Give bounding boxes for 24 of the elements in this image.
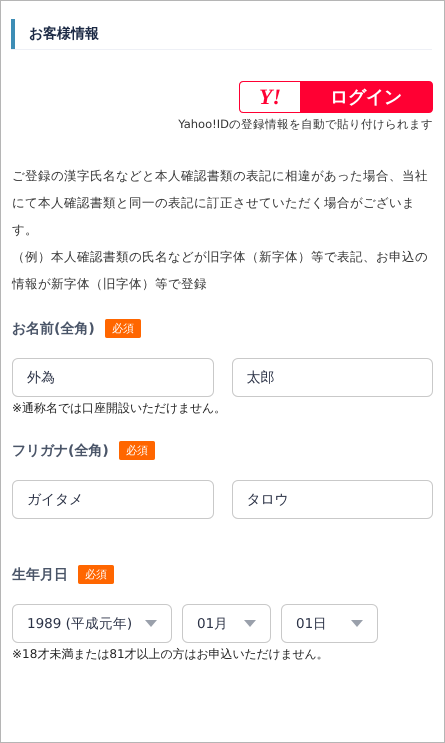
caret-icon	[145, 620, 157, 627]
text-input[interactable]: ガイタメ	[12, 480, 214, 519]
required-badge: 必須	[104, 319, 141, 338]
text-input[interactable]: 外為	[12, 358, 214, 397]
required-badge: 必須	[118, 441, 155, 460]
caret-icon	[351, 620, 363, 627]
caret-icon	[244, 620, 256, 627]
select-dropdown[interactable]: 01月	[182, 604, 271, 643]
text-input[interactable]: タロウ	[232, 480, 433, 519]
required-badge: 必須	[78, 565, 114, 584]
notice-text: （例）本人確認書類の氏名などが旧字体（新字体）等で表記、お申込の情報が新字体（旧字体）等で登録	[12, 248, 429, 293]
yahoo-login-button[interactable]: Y! ログイン	[239, 81, 433, 113]
select-dropdown[interactable]: 01日	[281, 604, 378, 643]
section-title: お客様情報	[29, 25, 99, 43]
select-dropdown[interactable]: 1989 (平成元年)	[12, 604, 172, 643]
notice-text: ご登録の漢字氏名などと本人確認書類の表記に相違があった場合、当社にて本人確認書類と同一の表記に訂正させていただく場合がございます。	[12, 167, 429, 239]
section-accent-bar	[11, 19, 15, 49]
field-label: フリガナ(全角)	[12, 442, 109, 460]
field-note: ※通称名では口座開設いただけません。	[12, 400, 228, 417]
field-note: ※18才未満または81才以上の方はお申込いただけません。	[12, 646, 330, 663]
field-label: お名前(全角)	[12, 320, 95, 338]
login-note: Yahoo!IDの登録情報を自動で貼り付けられます	[178, 117, 433, 132]
text-input[interactable]: 太郎	[232, 358, 433, 397]
field-label: 生年月日	[12, 566, 68, 584]
